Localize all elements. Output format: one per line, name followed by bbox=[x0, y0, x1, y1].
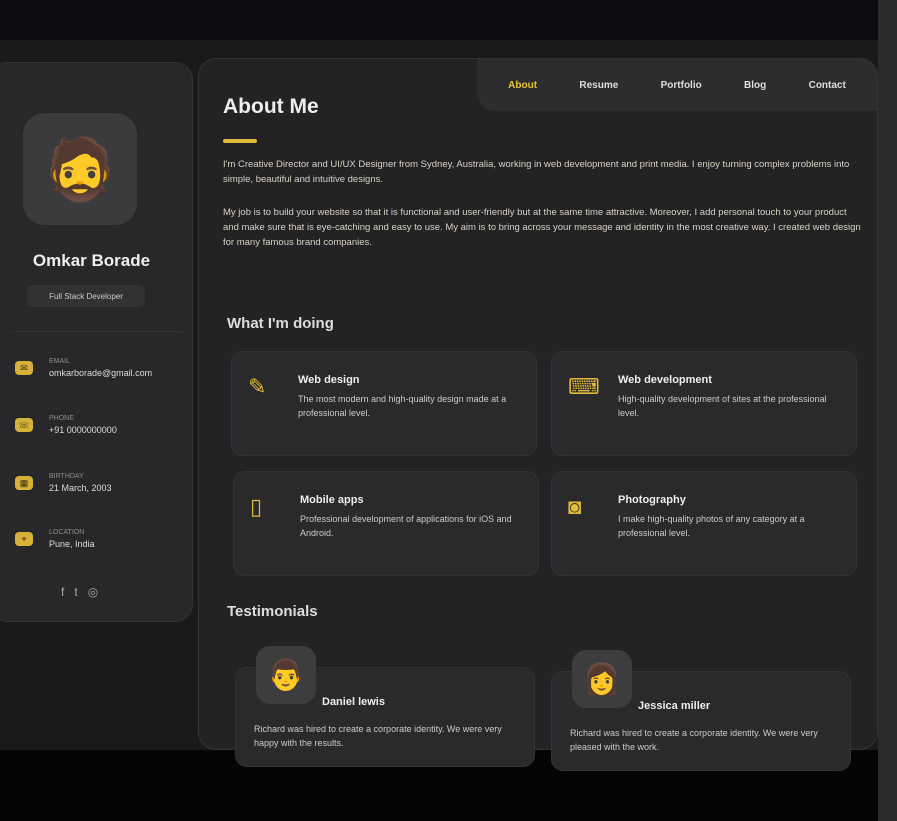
page-title: About Me bbox=[223, 95, 319, 118]
contact-location: ⌖ Location Pune, India bbox=[15, 529, 95, 549]
phone-icon: ☏ bbox=[15, 418, 33, 432]
screen-edge bbox=[878, 0, 897, 821]
instagram-icon[interactable]: ◎ bbox=[88, 585, 98, 599]
contact-value: Pune, India bbox=[49, 539, 95, 549]
nav-contact[interactable]: Contact bbox=[809, 80, 846, 91]
service-title: Photography bbox=[618, 494, 686, 506]
service-desc: Professional development of applications… bbox=[300, 514, 512, 538]
contact-value[interactable]: +91 0000000000 bbox=[49, 425, 117, 435]
about-paragraph-2: My job is to build your website so that … bbox=[223, 207, 861, 248]
testimonial-avatar: 👩 bbox=[572, 650, 632, 708]
contact-label: Location bbox=[49, 529, 85, 536]
contact-value[interactable]: omkarborade@gmail.com bbox=[49, 368, 152, 378]
mail-icon: ✉ bbox=[15, 361, 33, 375]
testimonial-name: Jessica miller bbox=[638, 700, 711, 712]
contact-value: 21 March, 2003 bbox=[49, 483, 112, 493]
profile-name: Omkar Borade bbox=[32, 251, 151, 270]
service-card: ⌨ Web development High-quality developmen… bbox=[551, 351, 857, 456]
testimonial-text: Richard was hired to create a corporate … bbox=[570, 728, 818, 752]
contact-birthday: ▦ Birthday 21 March, 2003 bbox=[15, 473, 112, 493]
calendar-icon: ▦ bbox=[15, 476, 33, 490]
avatar-image: 🧔 bbox=[42, 135, 118, 203]
nav-resume[interactable]: Resume bbox=[579, 80, 618, 91]
contact-label: Birthday bbox=[49, 473, 84, 480]
contact-label: Phone bbox=[49, 415, 74, 422]
service-title: Mobile apps bbox=[300, 494, 364, 506]
sidebar: 🧔 Omkar Borade Full Stack Developer ✉ Em… bbox=[0, 62, 193, 622]
title-underline bbox=[223, 139, 257, 143]
testimonials-heading: Testimonials bbox=[227, 603, 318, 620]
code-icon: ⌨ bbox=[568, 374, 600, 399]
avatar: 🧔 bbox=[23, 113, 137, 225]
twitter-icon[interactable]: t bbox=[74, 585, 77, 599]
contact-phone: ☏ Phone +91 0000000000 bbox=[15, 415, 117, 435]
testimonial-avatar: 👨 bbox=[256, 646, 316, 704]
design-icon: ✎ bbox=[248, 374, 267, 399]
profile-title-badge: Full Stack Developer bbox=[27, 285, 145, 307]
navbar: About Resume Portfolio Blog Contact bbox=[477, 59, 877, 111]
facebook-icon[interactable]: f bbox=[61, 585, 64, 599]
testimonial-card[interactable]: 👩 Jessica miller Richard was hired to cr… bbox=[551, 650, 851, 771]
service-card: ✎ Web design The most modern and high-qua… bbox=[231, 351, 537, 456]
contact-email: ✉ Email omkarborade@gmail.com bbox=[15, 358, 152, 378]
service-title: Web design bbox=[298, 374, 360, 386]
services-heading: What I'm doing bbox=[227, 315, 334, 332]
nav-blog[interactable]: Blog bbox=[744, 80, 766, 91]
main-content: About Resume Portfolio Blog Contact Abou… bbox=[198, 58, 878, 771]
service-title: Web development bbox=[618, 374, 712, 386]
testimonial-text: Richard was hired to create a corporate … bbox=[254, 724, 502, 748]
service-desc: High-quality development of sites at the… bbox=[618, 394, 827, 418]
nav-about[interactable]: About bbox=[508, 80, 537, 91]
social-links: f t ◎ bbox=[61, 585, 98, 599]
service-desc: The most modern and high-quality design … bbox=[298, 394, 507, 418]
camera-icon: ◙ bbox=[568, 494, 582, 519]
screen-top-bezel bbox=[0, 0, 897, 40]
about-paragraph-1: I'm Creative Director and UI/UX Designer… bbox=[223, 159, 850, 185]
contact-label: Email bbox=[49, 358, 71, 365]
service-card: ◙ Photography I make high-quality photos … bbox=[551, 471, 857, 576]
location-icon: ⌖ bbox=[15, 532, 33, 546]
service-desc: I make high-quality photos of any catego… bbox=[618, 514, 805, 538]
mobile-icon: ▯ bbox=[250, 494, 263, 519]
nav-portfolio[interactable]: Portfolio bbox=[661, 80, 702, 91]
testimonial-card[interactable]: 👨 Daniel lewis Richard was hired to crea… bbox=[235, 646, 535, 767]
separator bbox=[11, 331, 182, 332]
service-card: ▯ Mobile apps Professional development of… bbox=[233, 471, 539, 576]
testimonial-name: Daniel lewis bbox=[322, 696, 385, 708]
